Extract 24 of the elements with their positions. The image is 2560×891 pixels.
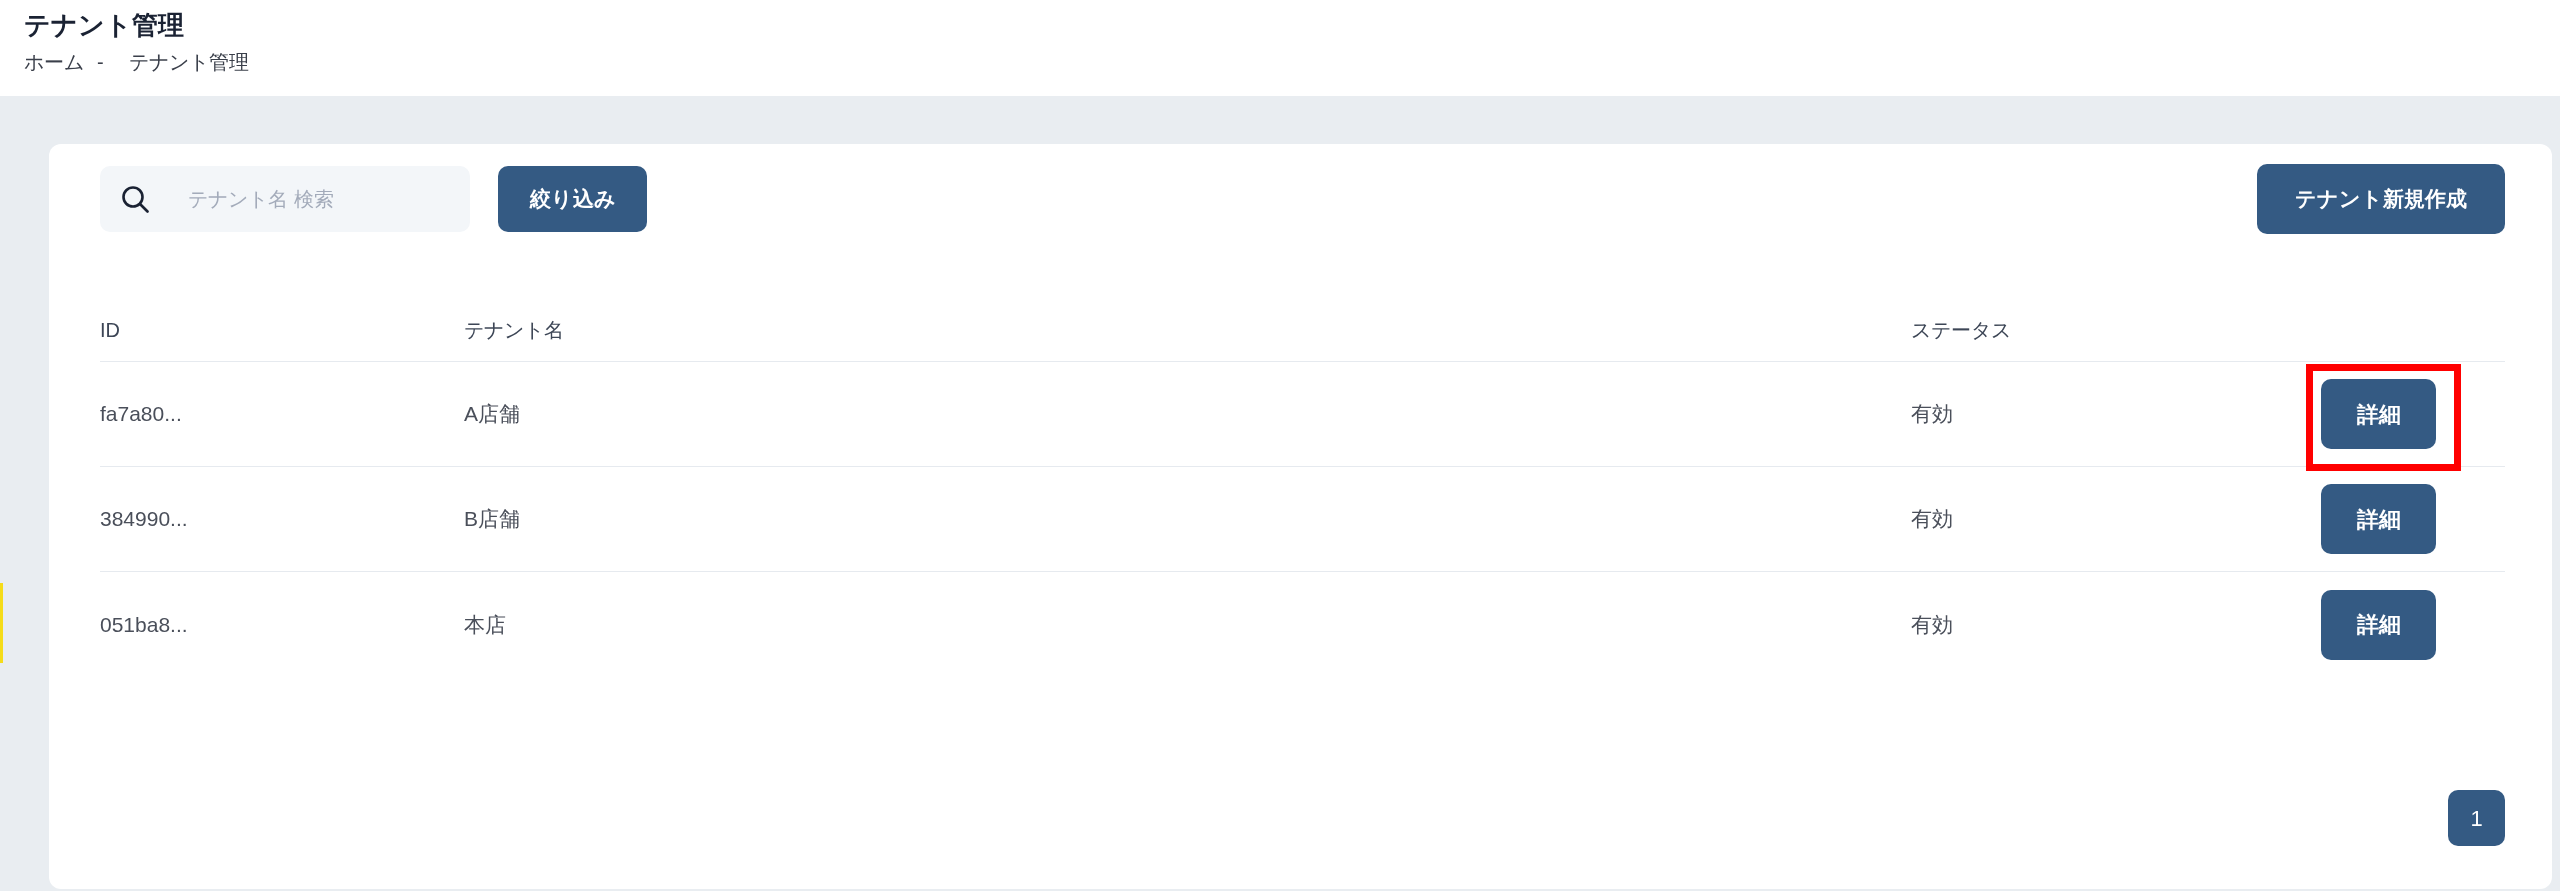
breadcrumb-link[interactable]: ホーム bbox=[24, 48, 84, 76]
detail-button[interactable]: 詳細 bbox=[2321, 589, 2436, 660]
table-cell-text: 有効 bbox=[1911, 401, 1954, 428]
detail-button[interactable]: 詳細 bbox=[2321, 379, 2436, 449]
search-field[interactable]: テナント名 検索 bbox=[100, 166, 470, 232]
column-header: ID bbox=[100, 317, 121, 343]
table-cell-text: A店舗 bbox=[464, 401, 521, 428]
column-header: テナント名 bbox=[464, 317, 565, 343]
table-cell-text: 051ba8... bbox=[100, 611, 189, 638]
page-title: テナント管理 bbox=[24, 9, 185, 42]
search-icon bbox=[121, 185, 149, 213]
breadcrumb-separator: - bbox=[97, 50, 104, 75]
table-cell-text: B店舗 bbox=[464, 506, 521, 533]
table-cell-text: 有効 bbox=[1911, 611, 1954, 638]
table-cell-text: fa7a80... bbox=[100, 401, 183, 428]
table-cell-text: 有効 bbox=[1911, 506, 1954, 533]
table-cell-text: 本店 bbox=[464, 611, 507, 638]
page-button[interactable]: 1 bbox=[2448, 790, 2505, 846]
filter-button[interactable]: 絞り込み bbox=[498, 166, 647, 232]
column-header: ステータス bbox=[1911, 317, 2012, 343]
table-cell-text: 384990... bbox=[100, 506, 189, 533]
detail-button[interactable]: 詳細 bbox=[2321, 484, 2436, 554]
create-tenant-button[interactable]: テナント新規作成 bbox=[2257, 164, 2505, 234]
breadcrumb-current: テナント管理 bbox=[128, 50, 249, 75]
